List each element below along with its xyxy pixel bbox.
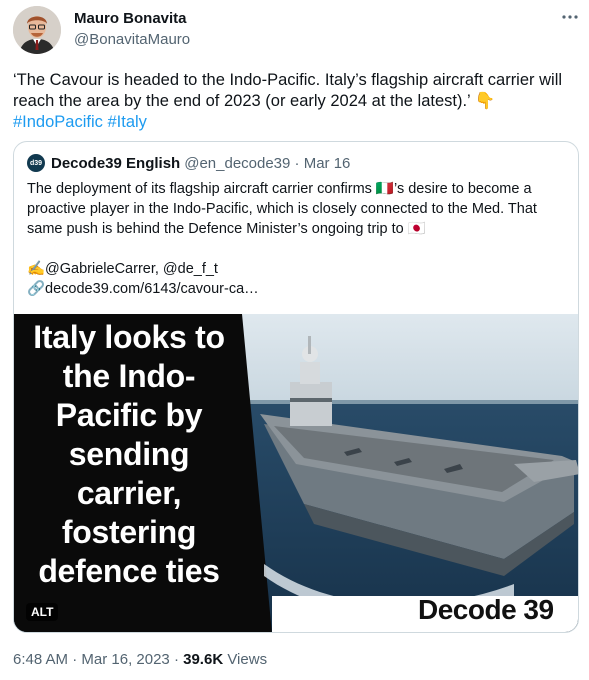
more-dots-icon[interactable]	[556, 5, 584, 29]
quoted-body: The deployment of its flagship aircraft …	[27, 181, 537, 237]
quoted-tweet-card[interactable]: d39 Decode39 English @en_decode39 · Mar …	[13, 141, 579, 633]
quoted-tweet-text: The deployment of its flagship aircraft …	[27, 179, 575, 299]
tweet-text: ‘The Cavour is headed to the Indo-Pacifi…	[13, 70, 578, 133]
meta-separator: ·	[72, 651, 82, 668]
meta-separator: ·	[173, 651, 184, 668]
hashtag-indopacific[interactable]: #IndoPacific	[13, 113, 103, 131]
author-avatar[interactable]	[13, 6, 61, 54]
hashtag-italy[interactable]: #Italy	[107, 113, 146, 131]
tweet-meta: 6:48 AM · Mar 16, 2023 · 39.6K Views	[13, 651, 267, 668]
alt-text-badge[interactable]: ALT	[26, 603, 59, 621]
quoted-link[interactable]: 🔗decode39.com/6143/cavour-ca…	[27, 279, 575, 299]
tweet-body: ‘The Cavour is headed to the Indo-Pacifi…	[13, 71, 563, 110]
quoted-author-handle[interactable]: @en_decode39	[184, 155, 290, 172]
media-overlay-text: Italy looks to the Indo-Pacific by sendi…	[33, 319, 225, 589]
author-name[interactable]: Mauro Bonavita	[74, 10, 187, 27]
quoted-tweet-header: d39 Decode39 English @en_decode39 · Mar …	[27, 154, 350, 172]
views-count[interactable]: 39.6K	[183, 651, 223, 668]
quoted-media-image[interactable]: Italy looks to the Indo-Pacific by sendi…	[14, 314, 578, 632]
quoted-date[interactable]: Mar 16	[304, 155, 351, 172]
author-handle[interactable]: @BonavitaMauro	[74, 31, 190, 48]
tweet-date[interactable]: Mar 16, 2023	[81, 651, 169, 668]
tweet-time[interactable]: 6:48 AM	[13, 651, 68, 668]
quoted-author-name[interactable]: Decode39 English	[51, 155, 180, 172]
quoted-credits: ✍️@GabrieleCarrer, @de_f_t	[27, 261, 218, 277]
views-label: Views	[227, 651, 268, 668]
media-brand-logo: Decode 39	[418, 594, 554, 625]
dot-separator: ·	[290, 154, 304, 172]
quoted-avatar[interactable]: d39	[27, 154, 45, 172]
